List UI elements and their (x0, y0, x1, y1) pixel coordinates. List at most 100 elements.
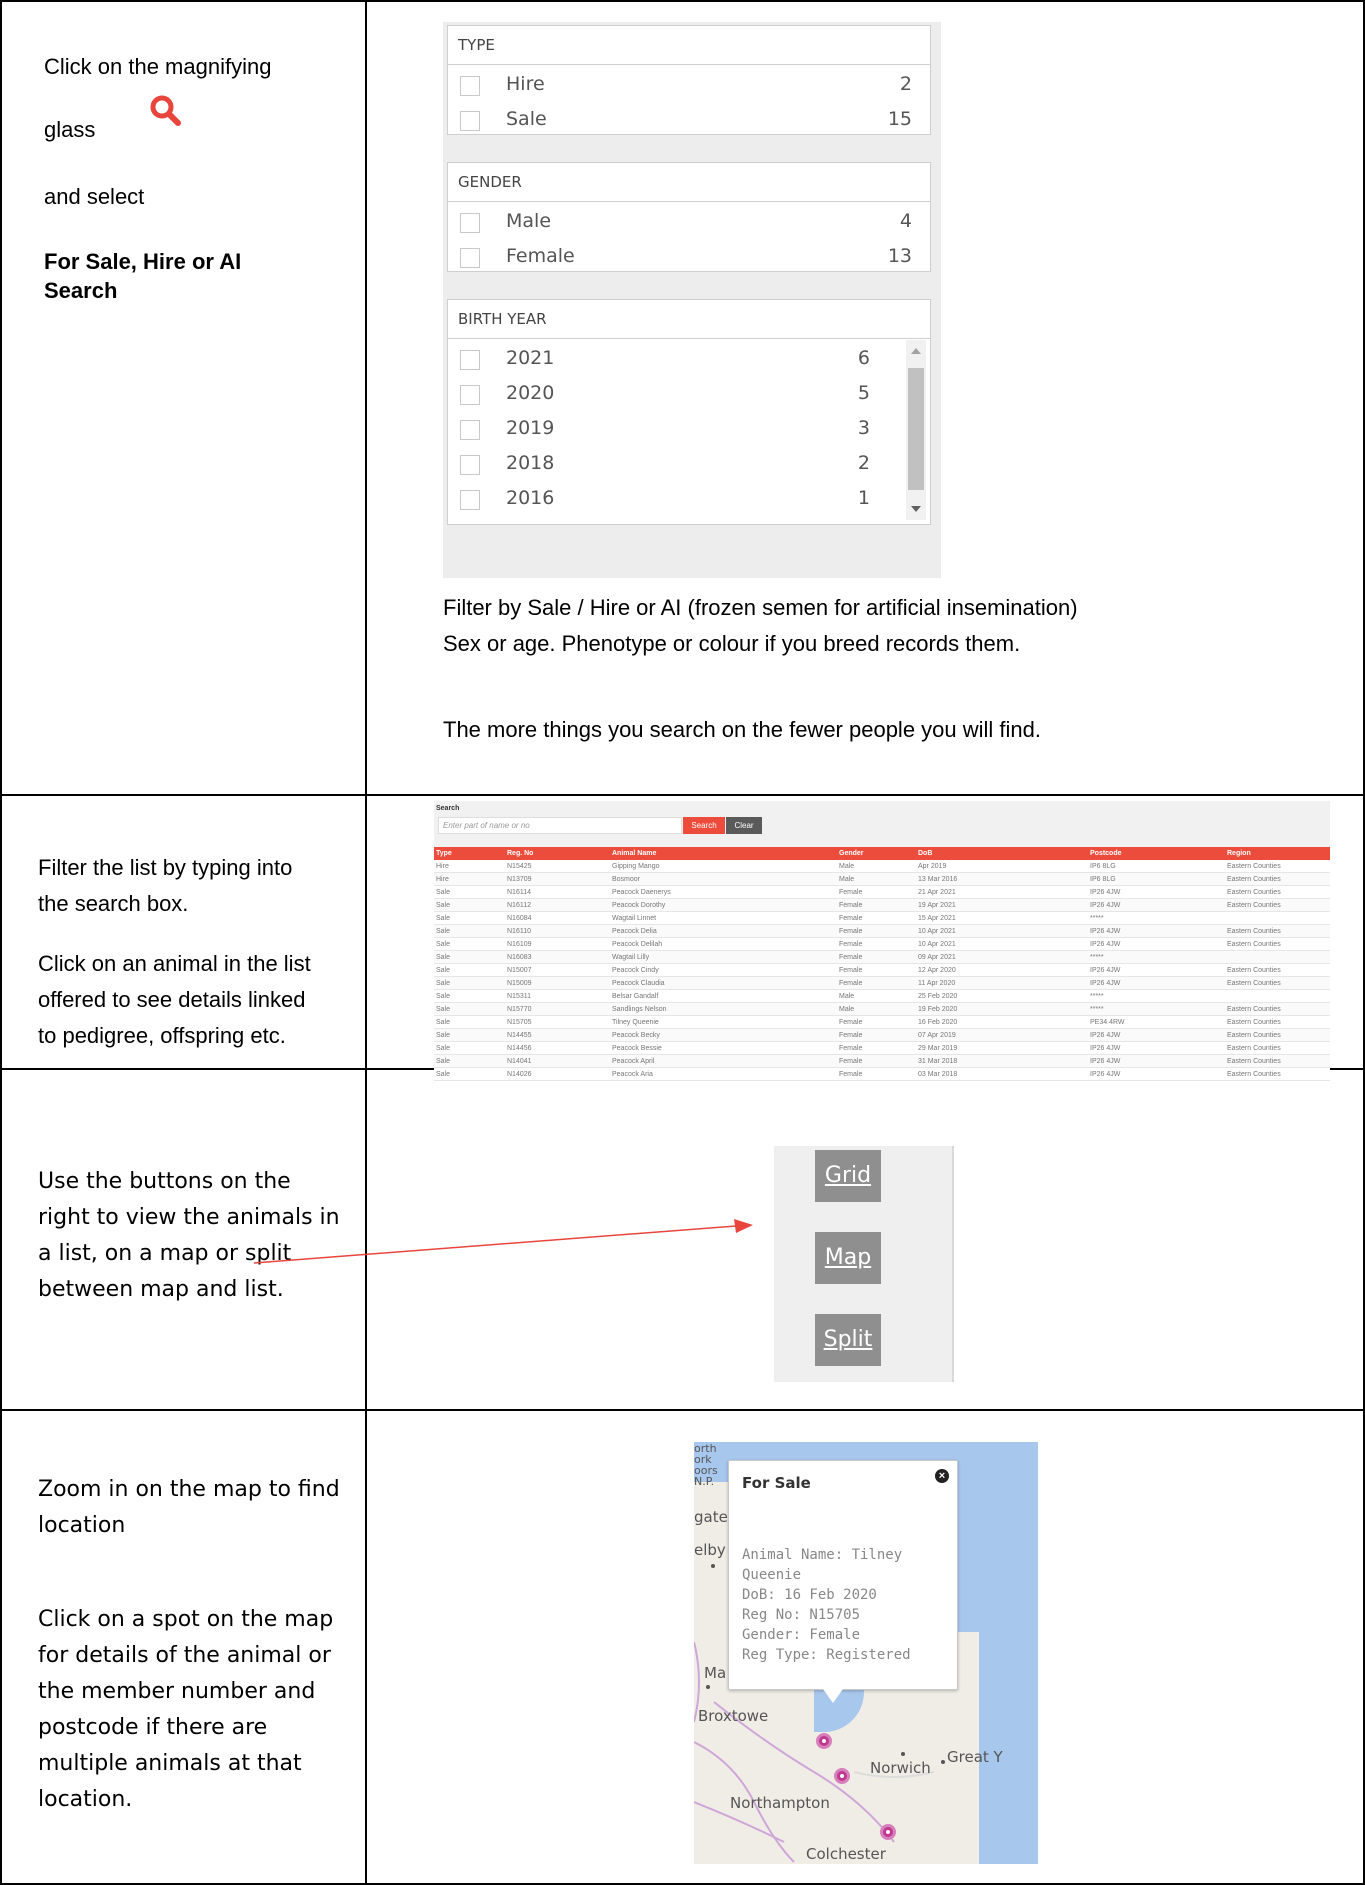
table-cell: Eastern Counties (1225, 1067, 1330, 1081)
table-row[interactable]: Sale N15007 Peacock Cindy Female 12 Apr 2020… (434, 963, 1330, 977)
instruction-line: For Sale, Hire or AI (44, 249, 242, 274)
filter-option-count: 2 (857, 452, 870, 474)
search-button[interactable]: Search (683, 817, 725, 834)
map-view[interactable]: orth ork oors N.P. gate elby Ma Broxtowe… (694, 1442, 1038, 1864)
column-header[interactable]: Type (434, 847, 505, 860)
instruction-line: between map and list. (38, 1277, 284, 1302)
column-header[interactable]: Postcode (1088, 847, 1225, 860)
filter-option[interactable]: Hire 2 (448, 68, 930, 103)
table-cell: 09 Apr 2021 (916, 950, 1088, 964)
table-cell: Sale (434, 989, 505, 1003)
table-cell: Sale (434, 1028, 505, 1042)
row2-instruction: Click on an animal in the list offered t… (38, 946, 311, 1054)
table-cell: Peacock Delia (610, 924, 837, 938)
table-row[interactable]: Sale N16110 Peacock Delia Female 10 Apr 2021… (434, 924, 1330, 938)
instruction-line: for details of the animal or (38, 1643, 331, 1668)
map-place-label: gate (694, 1508, 728, 1526)
column-header[interactable]: Region (1225, 847, 1330, 860)
table-row[interactable]: Sale N14041 Peacock April Female 31 Mar 2018… (434, 1054, 1330, 1068)
checkbox[interactable] (460, 490, 480, 510)
filter-option-count: 5 (857, 382, 870, 404)
table-row[interactable]: Sale N16112 Peacock Dorothy Female 19 Apr 20… (434, 898, 1330, 912)
table-row[interactable]: Sale N16114 Peacock Daenerys Female 21 Apr 2… (434, 885, 1330, 899)
table-row[interactable]: Sale N15009 Peacock Claudia Female 11 Apr 20… (434, 976, 1330, 990)
table-cell: IP26 4JW (1088, 1054, 1225, 1068)
table-cell: Sale (434, 950, 505, 964)
instruction-line: Use the buttons on the (38, 1169, 291, 1194)
checkbox[interactable] (460, 76, 480, 96)
filter-option-label: 2016 (506, 487, 555, 509)
table-cell: Sale (434, 885, 505, 899)
filter-option-label: 2021 (506, 347, 555, 369)
filter-option-count: 4 (899, 210, 912, 232)
map-place-label: Northampton (730, 1794, 830, 1812)
table-cell: N13709 (505, 872, 610, 886)
checkbox[interactable] (460, 248, 480, 268)
checkbox[interactable] (460, 350, 480, 370)
table-cell: Peacock Delilah (610, 937, 837, 951)
table-cell: N14456 (505, 1041, 610, 1055)
table-row[interactable]: Sale N16083 Wagtail Lilly Female 09 Apr 2021… (434, 950, 1330, 964)
map-marker-pin[interactable] (880, 1824, 896, 1840)
scroll-up-arrow-icon[interactable] (911, 348, 921, 354)
column-header[interactable]: Animal Name (610, 847, 837, 860)
table-cell: Belsar Gandalf (610, 989, 837, 1003)
clear-button[interactable]: Clear (726, 817, 762, 834)
view-toggle-panel: Grid Map Split (774, 1146, 954, 1382)
table-row[interactable]: Sale N16084 Wagtail Linnet Female 15 Apr 202… (434, 911, 1330, 925)
checkbox[interactable] (460, 455, 480, 475)
close-icon[interactable]: × (935, 1469, 949, 1483)
scrollbar-thumb[interactable] (908, 368, 924, 490)
filter-option[interactable]: 2018 2 (448, 447, 888, 482)
column-header[interactable]: Gender (837, 847, 916, 860)
table-row[interactable]: Hire N15425 Gipping Mango Male Apr 2019 IP6 8… (434, 860, 1330, 873)
row4-instruction: Zoom in on the map to find location (38, 1472, 340, 1544)
grid-view-button[interactable]: Grid (815, 1150, 881, 1202)
table-cell: Sandlings Nelson (610, 1002, 837, 1016)
filter-option[interactable]: 2020 5 (448, 377, 888, 412)
map-view-button[interactable]: Map (815, 1232, 881, 1284)
checkbox[interactable] (460, 385, 480, 405)
table-cell: IP26 4JW (1088, 898, 1225, 912)
table-row[interactable]: Sale N16109 Peacock Delilah Female 10 Apr 20… (434, 937, 1330, 951)
filter-option[interactable]: Sale 15 (448, 103, 930, 138)
table-row[interactable]: Sale N14455 Peacock Becky Female 07 Apr 2019… (434, 1028, 1330, 1042)
checkbox[interactable] (460, 213, 480, 233)
row4-instruction: Click on a spot on the map for details o… (38, 1602, 333, 1818)
table-cell: Sale (434, 898, 505, 912)
table-row[interactable]: Sale N14026 Peacock Aria Female 03 Mar 2018 I… (434, 1067, 1330, 1081)
table-cell: Eastern Counties (1225, 924, 1330, 938)
scroll-down-arrow-icon[interactable] (911, 506, 921, 512)
filter-option-label: 2018 (506, 452, 555, 474)
search-input[interactable]: Enter part of name or no (438, 817, 682, 834)
filter-option[interactable]: 2019 3 (448, 412, 888, 447)
table-row[interactable]: Sale N14456 Peacock Bessie Female 29 Mar 201… (434, 1041, 1330, 1055)
table-cell: IP26 4JW (1088, 1067, 1225, 1081)
birth-year-list: 2021 6 2020 5 2019 3 2018 2 2016 1 (448, 342, 888, 517)
table-border-top (0, 0, 1365, 2)
row-divider (0, 1409, 1365, 1411)
checkbox[interactable] (460, 111, 480, 131)
column-header[interactable]: Reg. No (505, 847, 610, 860)
popup-title: For Sale (742, 1474, 811, 1492)
filter-option[interactable]: 2021 6 (448, 342, 888, 377)
map-marker-pin[interactable] (834, 1768, 850, 1784)
table-cell: Eastern Counties (1225, 963, 1330, 977)
instruction-line: Search (44, 277, 118, 303)
table-row[interactable]: Sale N15705 Tilney Queenie Female 16 Feb 202… (434, 1015, 1330, 1029)
table-cell: Female (837, 937, 916, 951)
split-view-button[interactable]: Split (815, 1314, 881, 1366)
filter-option[interactable]: Female 13 (448, 240, 930, 275)
table-row[interactable]: Sale N15770 Sandlings Nelson Male 19 Feb 202… (434, 1002, 1330, 1016)
filter-option-count: 6 (857, 347, 870, 369)
table-cell: Peacock Dorothy (610, 898, 837, 912)
table-cell: ***** (1088, 989, 1225, 1003)
scrollbar[interactable] (906, 340, 926, 520)
filter-option[interactable]: Male 4 (448, 205, 930, 240)
filter-option[interactable]: 2016 1 (448, 482, 888, 517)
checkbox[interactable] (460, 420, 480, 440)
table-row[interactable]: Sale N15311 Belsar Gandalf Male 25 Feb 2020 *… (434, 989, 1330, 1003)
map-marker-pin[interactable] (816, 1733, 832, 1749)
column-header[interactable]: DoB (916, 847, 1088, 860)
table-row[interactable]: Hire N13709 Bosmoor Male 13 Mar 2016 IP6 8LG E… (434, 872, 1330, 886)
